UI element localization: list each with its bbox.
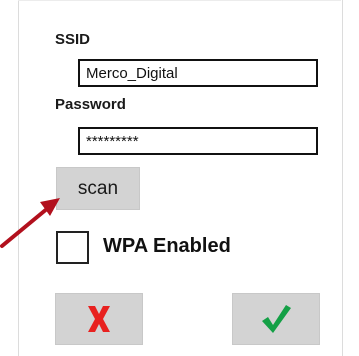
- password-input[interactable]: [78, 127, 318, 155]
- check-icon: [262, 305, 291, 333]
- x-icon: [88, 306, 110, 332]
- confirm-button[interactable]: [232, 293, 320, 345]
- wpa-checkbox[interactable]: [56, 231, 89, 264]
- panel-top-edge: [18, 0, 341, 1]
- cancel-button[interactable]: [55, 293, 143, 345]
- ssid-input[interactable]: [78, 59, 318, 87]
- password-label: Password: [55, 96, 126, 113]
- wpa-label: WPA Enabled: [103, 235, 231, 257]
- ssid-label: SSID: [55, 31, 91, 48]
